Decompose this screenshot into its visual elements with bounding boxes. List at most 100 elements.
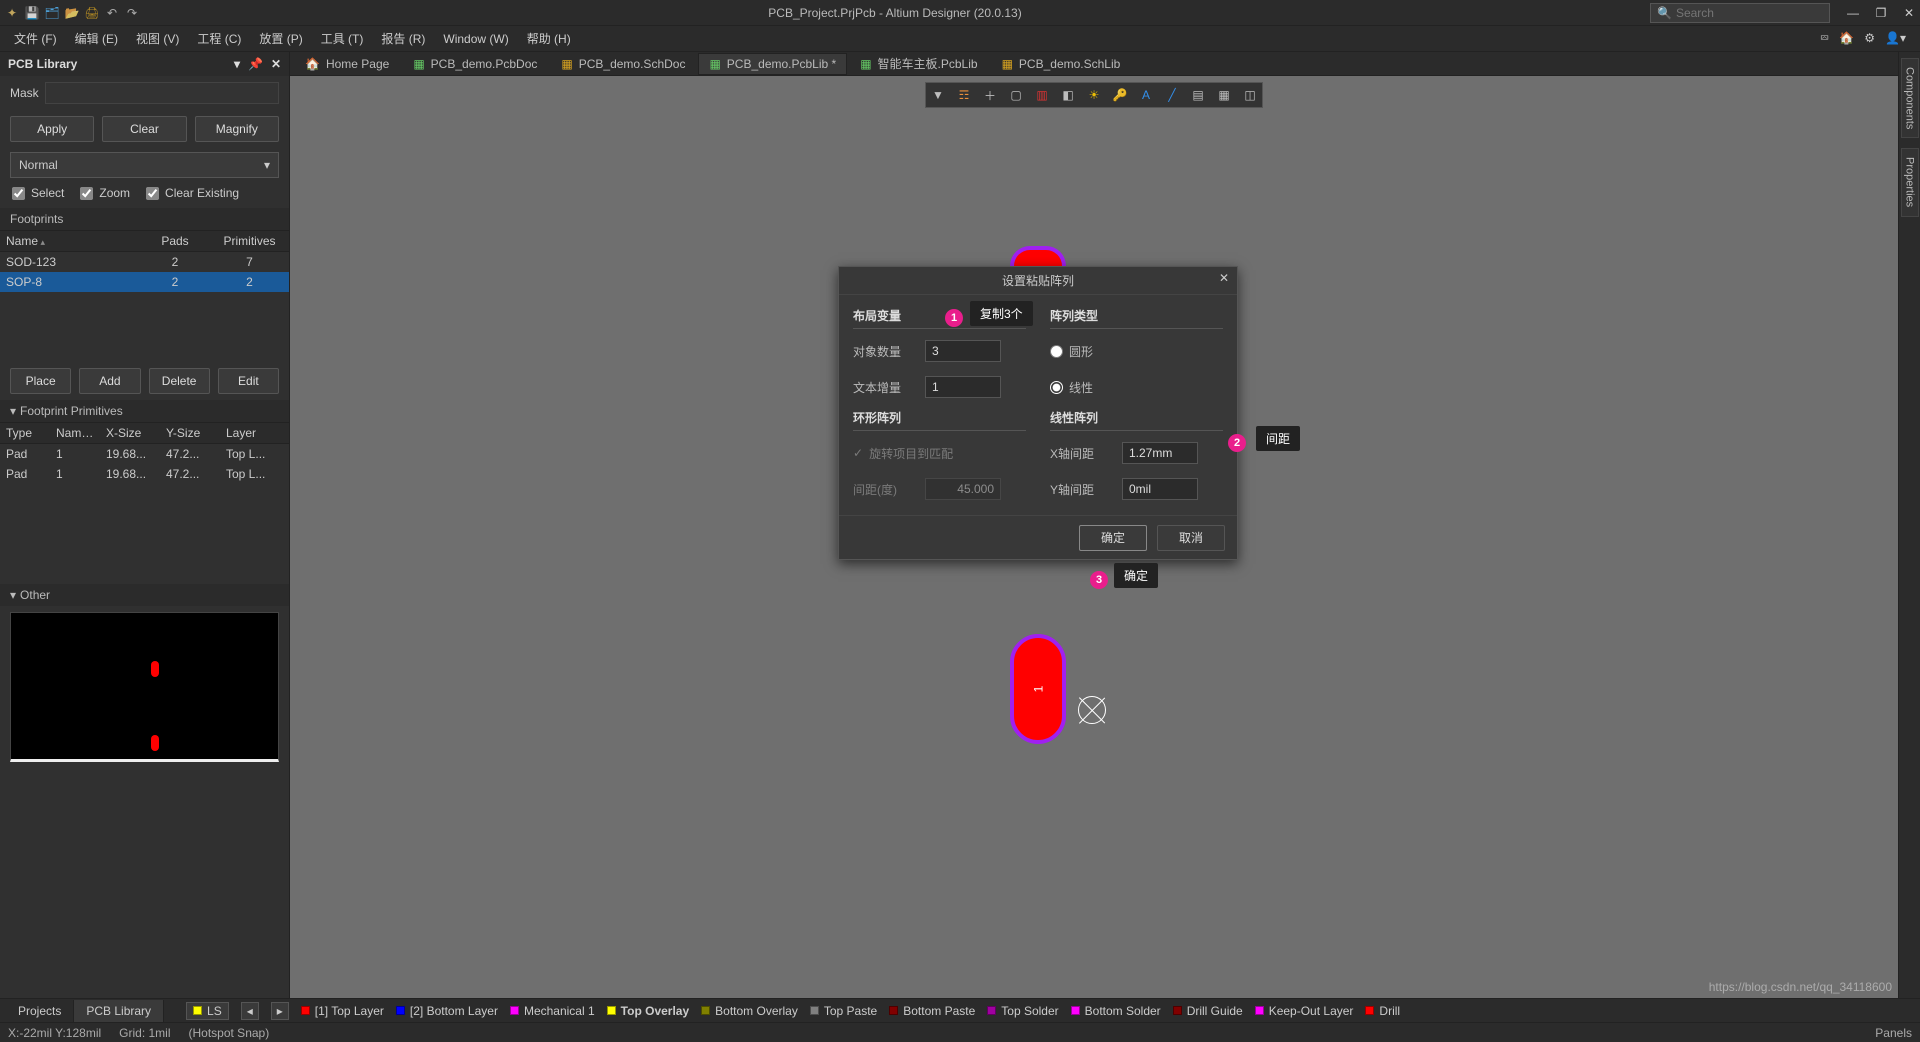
layer-item[interactable]: Drill Guide [1173,1004,1243,1018]
apply-button[interactable]: Apply [10,116,94,142]
pad-shape[interactable]: 1 [1010,634,1066,744]
magnify-button[interactable]: Magnify [195,116,279,142]
save-all-icon[interactable]: 🗂 [44,5,60,21]
sun-icon[interactable]: ☀ [1086,87,1102,103]
print-icon[interactable]: 🖨 [84,5,100,21]
plus-icon[interactable]: ＋ [982,87,998,103]
tab-pcbdoc[interactable]: ▦PCB_demo.PcbDoc [402,53,548,75]
key-icon[interactable]: 🔑 [1112,87,1128,103]
add-button[interactable]: Add [79,368,140,394]
layer-item[interactable]: Top Solder [987,1004,1058,1018]
layer-item[interactable]: Top Overlay [607,1004,689,1018]
grid3-icon[interactable]: ◫ [1242,87,1258,103]
eraser-icon[interactable]: ◧ [1060,87,1076,103]
ok-button[interactable]: 确定 [1079,525,1147,551]
maximize-icon[interactable]: ❐ [1874,6,1888,20]
table-row[interactable]: Pad 1 19.68... 47.2... Top L... [0,444,289,464]
tab-smartcar[interactable]: ▦智能车主板.PcbLib [849,53,988,75]
canvas[interactable]: ▼ ☶ ＋ ▢ ▥ ◧ ☀ 🔑 A ╱ ▤ ▦ ◫ 1 设置粘贴阵列 [290,76,1898,998]
layer-item[interactable]: Drill [1365,1004,1400,1018]
col-layer[interactable]: Layer [220,426,289,440]
grid2-icon[interactable]: ▦ [1216,87,1232,103]
user-icon[interactable]: 👤▾ [1885,31,1906,46]
components-tab[interactable]: Components [1901,58,1919,138]
tool-icon[interactable]: ☶ [956,87,972,103]
tab-schlib[interactable]: ▦PCB_demo.SchLib [991,53,1132,75]
menu-project[interactable]: 工程 (C) [189,27,249,50]
obj-count-input[interactable] [925,340,1001,362]
menu-report[interactable]: 报告 (R) [373,27,433,50]
dialog-title-bar[interactable]: 设置粘贴阵列 ✕ [839,267,1237,295]
col-ysize[interactable]: Y-Size [160,426,220,440]
layer-item[interactable]: [2] Bottom Layer [396,1004,498,1018]
menu-view[interactable]: 视图 (V) [128,27,187,50]
share-icon[interactable]: ⮹ [1820,31,1830,46]
layer-item[interactable]: Keep-Out Layer [1255,1004,1354,1018]
select-checkbox[interactable]: Select [12,186,64,200]
menu-window[interactable]: Window (W) [435,29,516,49]
other-header[interactable]: Other [0,584,289,606]
layer-prev-icon[interactable]: ◂ [241,1002,259,1020]
y-spacing-input[interactable] [1122,478,1198,500]
close-icon[interactable]: ✕ [1902,6,1916,20]
bottom-tab-projects[interactable]: Projects [6,1000,74,1022]
primitives-header[interactable]: Footprint Primitives [0,400,289,422]
menu-edit[interactable]: 编辑 (E) [67,27,126,50]
line-icon[interactable]: ╱ [1164,87,1180,103]
undo-icon[interactable]: ↶ [104,5,120,21]
col-pads[interactable]: Pads [140,234,210,248]
layer-next-icon[interactable]: ▸ [271,1002,289,1020]
dialog-close-icon[interactable]: ✕ [1219,271,1229,285]
layer-item[interactable]: Mechanical 1 [510,1004,595,1018]
panels-button[interactable]: Panels [1875,1026,1912,1040]
layer-item[interactable]: Bottom Overlay [701,1004,798,1018]
radio-circular[interactable]: 圆形 [1050,343,1093,360]
menu-tools[interactable]: 工具 (T) [313,27,372,50]
table-row[interactable]: Pad 1 19.68... 47.2... Top L... [0,464,289,484]
mode-dropdown[interactable]: Normal [10,152,279,178]
tab-pcblib[interactable]: ▦PCB_demo.PcbLib * [698,53,847,75]
chart-icon[interactable]: ▥ [1034,87,1050,103]
layer-item[interactable]: Bottom Paste [889,1004,975,1018]
zoom-checkbox[interactable]: Zoom [80,186,130,200]
panel-pin-icon[interactable]: 📌 [248,57,263,71]
tab-home[interactable]: 🏠Home Page [294,53,400,75]
table-row[interactable]: SOP-8 2 2 [0,272,289,292]
menu-help[interactable]: 帮助 (H) [519,27,579,50]
radio-linear[interactable]: 线性 [1050,379,1093,396]
tab-schdoc[interactable]: ▦PCB_demo.SchDoc [550,53,696,75]
col-xsize[interactable]: X-Size [100,426,160,440]
home-icon[interactable]: 🏠 [1839,31,1854,46]
search-input[interactable] [1676,6,1823,20]
grid1-icon[interactable]: ▤ [1190,87,1206,103]
panel-menu-icon[interactable]: ▾ [234,57,240,71]
col-prims[interactable]: Primitives [210,234,289,248]
search-box[interactable]: 🔍 [1650,3,1830,23]
mask-dropdown[interactable] [45,82,279,104]
col-name2[interactable]: Name [50,426,100,440]
minimize-icon[interactable]: — [1846,6,1860,20]
text-icon[interactable]: A [1138,87,1154,103]
col-type[interactable]: Type [0,426,50,440]
panel-close-icon[interactable]: ✕ [271,57,281,71]
clear-existing-checkbox[interactable]: Clear Existing [146,186,239,200]
layer-item[interactable]: Top Paste [810,1004,877,1018]
layer-item[interactable]: Bottom Solder [1071,1004,1161,1018]
menu-place[interactable]: 放置 (P) [251,27,310,50]
layer-item[interactable]: [1] Top Layer [301,1004,384,1018]
menu-file[interactable]: 文件 (F) [6,27,65,50]
open-icon[interactable]: 📂 [64,5,80,21]
edit-button[interactable]: Edit [218,368,279,394]
redo-icon[interactable]: ↷ [124,5,140,21]
clear-button[interactable]: Clear [102,116,186,142]
delete-button[interactable]: Delete [149,368,210,394]
cancel-button[interactable]: 取消 [1157,525,1225,551]
txt-inc-input[interactable] [925,376,1001,398]
filter-icon[interactable]: ▼ [930,87,946,103]
save-icon[interactable]: 💾 [24,5,40,21]
place-button[interactable]: Place [10,368,71,394]
x-spacing-input[interactable] [1122,442,1198,464]
layer-set-button[interactable]: LS [186,1002,229,1020]
settings-icon[interactable]: ⚙ [1864,31,1875,46]
bottom-tab-pcblib[interactable]: PCB Library [74,1000,164,1022]
